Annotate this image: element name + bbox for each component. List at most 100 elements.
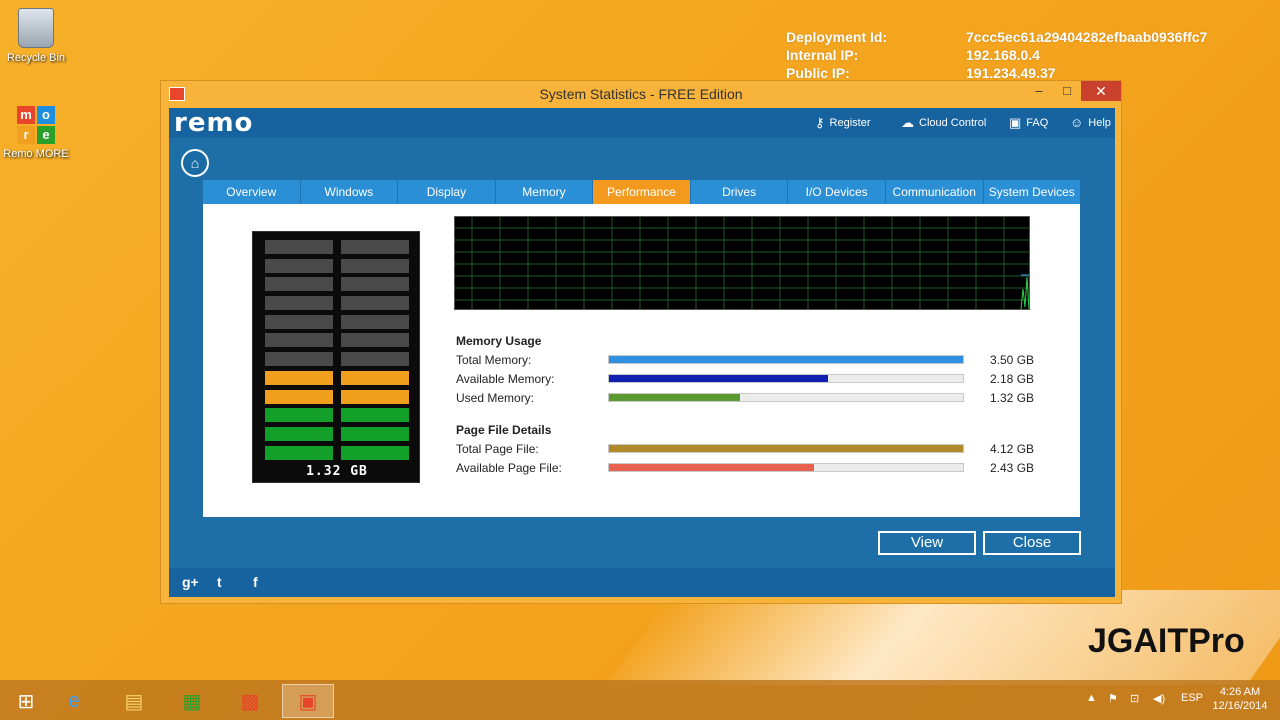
meter-segment [341, 258, 409, 273]
meter-segment [341, 445, 409, 460]
system-statistics-window: System Statistics - FREE Edition – □ ✕ r… [160, 80, 1122, 604]
tab-drives[interactable]: Drives [690, 180, 789, 204]
total-memory-value: 3.50 GB [990, 353, 1035, 367]
cloud-control-label: Cloud Control [919, 117, 987, 129]
tab-windows[interactable]: Windows [300, 180, 399, 204]
available-memory-bar-fill [609, 375, 829, 382]
available-memory-value: 2.18 GB [990, 372, 1035, 386]
remo-more-icon: m o r e [17, 106, 55, 144]
total-memory-row: Total Memory: 3.50 GB [456, 352, 1056, 371]
help-label: Help [1088, 116, 1111, 129]
taskbar: ⊞ e ▤ ▦ ▩ ▣ ▲ ⚑ ⊡ ◀) ESP 4:26 AM 12/16/2… [0, 680, 1280, 720]
meter-segment [341, 240, 409, 254]
used-memory-value: 1.32 GB [990, 391, 1035, 405]
meter-value: 1.32 GB [306, 464, 368, 479]
remo-letter-m: m [17, 106, 35, 124]
store-icon: ▦ [182, 690, 202, 713]
used-memory-label: Used Memory: [456, 391, 535, 405]
meter-segment [265, 389, 333, 404]
window-titlebar[interactable]: System Statistics - FREE Edition – □ ✕ [161, 81, 1121, 108]
total-page-file-value: 4.12 GB [990, 442, 1035, 456]
available-memory-row: Available Memory: 2.18 GB [456, 371, 1056, 390]
tab-overview[interactable]: Overview [203, 180, 301, 204]
meter-segment [265, 333, 333, 348]
home-icon: ⌂ [190, 155, 200, 171]
system-statistics-taskbar-icon: ▣ [298, 690, 318, 713]
register-label: Register [829, 117, 871, 129]
minimize-button[interactable]: – [1025, 81, 1053, 101]
total-page-file-row: Total Page File: 4.12 GB [456, 441, 1056, 460]
tab-performance[interactable]: Performance [593, 180, 691, 204]
available-page-file-bar-fill [609, 464, 815, 471]
google-plus-icon[interactable]: g+ [182, 574, 199, 590]
close-window-button[interactable]: ✕ [1081, 81, 1121, 101]
cloud-icon: ☁ [901, 115, 914, 130]
taskbar-system-statistics[interactable]: ▣ [282, 684, 334, 718]
meter-segment [341, 389, 409, 404]
twitter-icon[interactable]: t [217, 574, 222, 590]
remo-letter-o: o [37, 106, 55, 124]
network-icon[interactable]: ⊡ [1130, 692, 1139, 705]
language-indicator[interactable]: ESP [1181, 692, 1203, 704]
view-button[interactable]: View [878, 531, 976, 555]
performance-graph-svg [455, 217, 1029, 309]
tab-io-devices[interactable]: I/O Devices [788, 180, 886, 204]
performance-panel: 1.32 GB Memory Usage Total Memory: 3.50 … [203, 204, 1080, 517]
meter-segment [341, 333, 409, 348]
folder-icon: ▤ [124, 690, 144, 713]
tab-bar: Overview Windows Display Memory Performa… [203, 180, 1081, 204]
volume-icon[interactable]: ◀) [1153, 692, 1165, 705]
window-title: System Statistics - FREE Edition [539, 86, 743, 102]
remo-more-desktop-icon[interactable]: m o r e Remo MORE [0, 106, 72, 160]
meter-segment [341, 352, 409, 367]
taskbar-clock[interactable]: 4:26 AM 12/16/2014 [1210, 685, 1270, 713]
internal-ip-row: Internal IP: 192.168.0.4 [786, 46, 1207, 64]
meter-column-left [265, 240, 333, 464]
tab-system-devices[interactable]: System Devices [983, 180, 1081, 204]
show-hidden-icons[interactable]: ▲ [1086, 692, 1097, 704]
taskbar-store[interactable]: ▦ [166, 684, 218, 718]
meter-segment [265, 352, 333, 367]
remo-letter-r: r [17, 126, 35, 144]
close-button[interactable]: Close [983, 531, 1081, 555]
cloud-control-link[interactable]: ☁ Cloud Control [901, 115, 986, 131]
watermark-text: JGAITPro [1088, 622, 1245, 660]
taskbar-internet-explorer[interactable]: e [48, 684, 100, 718]
used-memory-bar [608, 393, 964, 402]
internal-ip-value: 192.168.0.4 [966, 47, 1040, 63]
register-link[interactable]: ⚷ Register [815, 115, 871, 131]
remo-letter-e: e [37, 126, 55, 144]
internal-ip-key: Internal IP: [786, 47, 859, 63]
deployment-id-value: 7ccc5ec61a29404282efbaab0936ffc7 [966, 29, 1208, 45]
clock-time: 4:26 AM [1219, 686, 1261, 698]
faq-link[interactable]: ▣ FAQ [1009, 115, 1048, 131]
recycle-bin-icon [18, 8, 54, 48]
page-file-title: Page File Details [456, 423, 552, 437]
action-center-flag-icon[interactable]: ⚑ [1108, 692, 1118, 705]
tab-memory[interactable]: Memory [495, 180, 594, 204]
home-button[interactable]: ⌂ [181, 149, 209, 177]
help-link[interactable]: ☺ Help [1070, 115, 1111, 130]
meter-segment [265, 240, 333, 254]
app-header: remo ⚷ Register ☁ Cloud Control ▣ FAQ ☺ … [169, 108, 1115, 138]
maximize-button[interactable]: □ [1053, 81, 1081, 101]
total-memory-label: Total Memory: [456, 353, 532, 367]
faq-label: FAQ [1026, 117, 1049, 129]
start-button[interactable]: ⊞ [0, 684, 52, 718]
deployment-info: Deployment Id: 7ccc5ec61a29404282efbaab0… [786, 28, 1207, 82]
facebook-icon[interactable]: f [253, 574, 258, 590]
memory-meter: 1.32 GB [252, 231, 420, 483]
taskbar-remo-more[interactable]: ▩ [224, 684, 276, 718]
taskbar-file-explorer[interactable]: ▤ [108, 684, 160, 718]
tab-display[interactable]: Display [398, 180, 496, 204]
meter-column-right [341, 240, 409, 464]
person-icon: ☺ [1070, 115, 1084, 130]
memory-usage-title: Memory Usage [456, 334, 542, 348]
meter-segment [341, 296, 409, 311]
remo-more-label: Remo MORE [3, 148, 69, 160]
tab-communication[interactable]: Communication [885, 180, 984, 204]
meter-segment [265, 277, 333, 292]
meter-segment [265, 258, 333, 273]
recycle-bin-desktop-icon[interactable]: Recycle Bin [0, 8, 72, 64]
